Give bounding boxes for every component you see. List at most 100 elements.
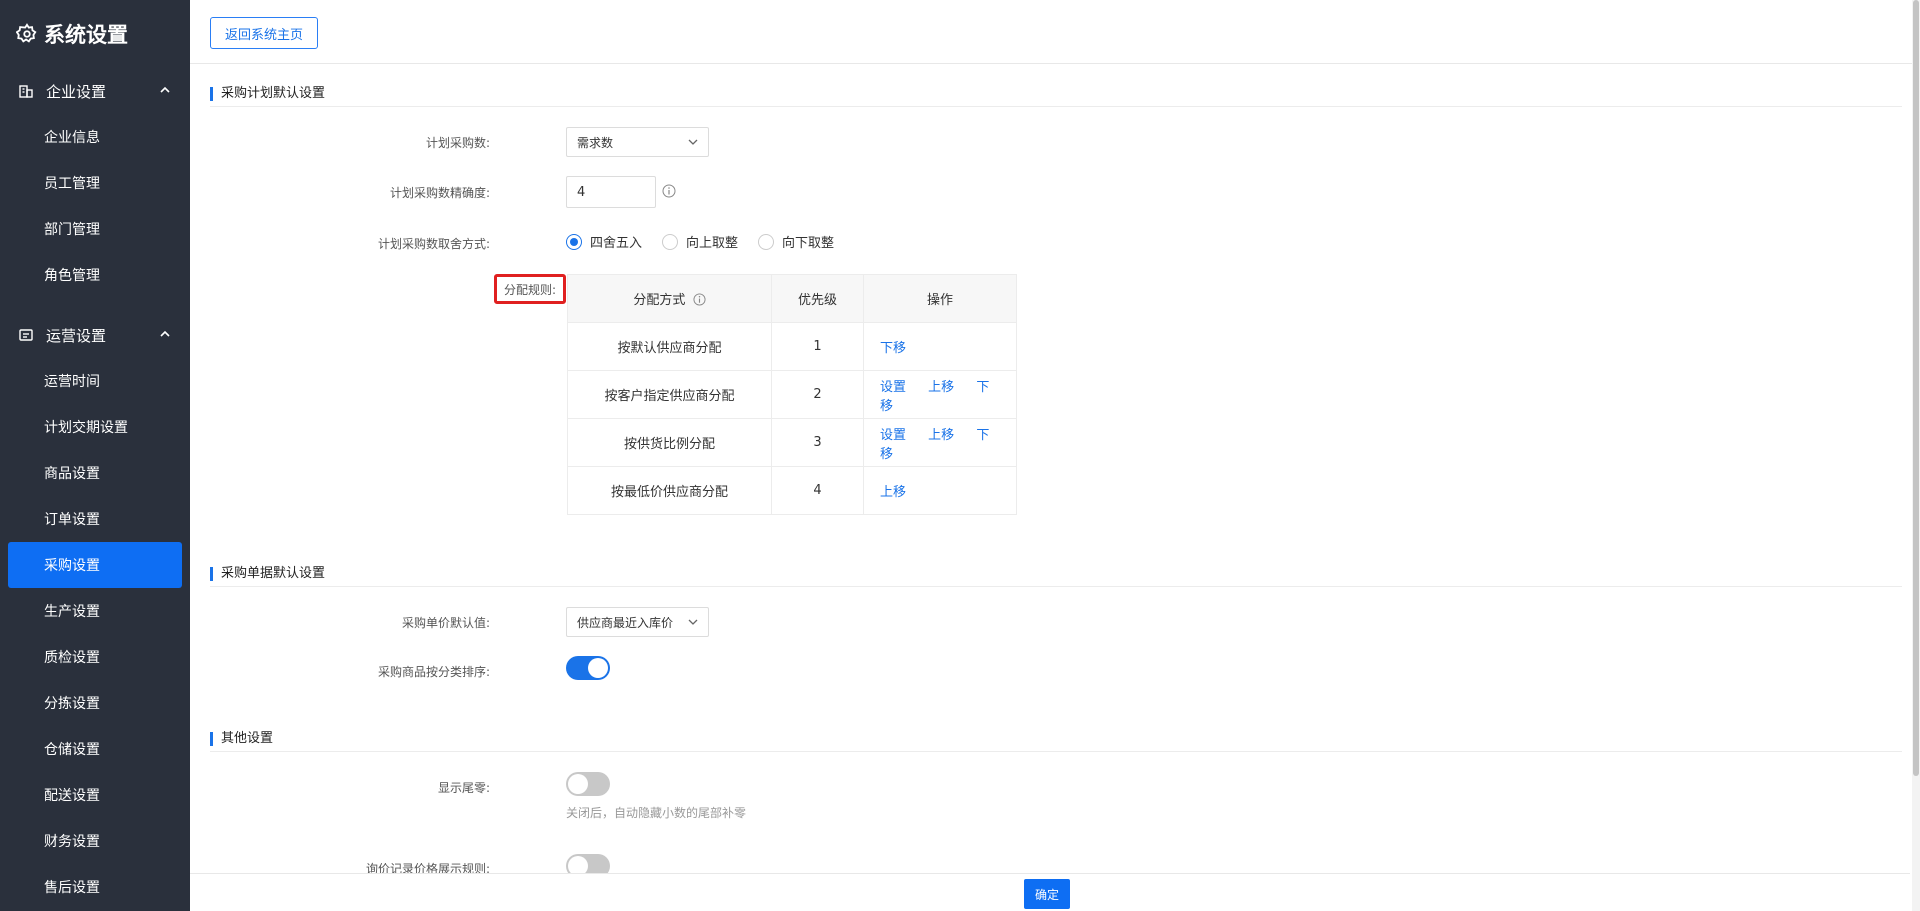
radio-label: 四舍五入 <box>590 236 643 251</box>
toggle-knob <box>588 658 608 678</box>
allocation-rules-label: 分配规则: <box>494 274 566 304</box>
gear-icon <box>16 23 37 43</box>
move-up-link[interactable]: 上移 <box>928 380 954 395</box>
scrollbar-thumb[interactable] <box>1913 0 1919 776</box>
toggle-knob <box>568 774 588 794</box>
sidebar-item-label: 配送设置 <box>44 788 100 804</box>
sidebar-item-company-info[interactable]: 企业信息 <box>8 114 182 160</box>
table-header: 优先级 <box>771 274 864 323</box>
sidebar-item-label: 角色管理 <box>44 268 100 284</box>
radio-circle <box>758 233 774 250</box>
rule-priority: 4 <box>771 466 864 515</box>
sidebar-item-delivery[interactable]: 配送设置 <box>8 772 182 818</box>
sidebar-item-label: 售后设置 <box>44 880 100 896</box>
sidebar-group-operations[interactable]: 运营设置 <box>0 312 190 358</box>
sidebar-item-label: 部门管理 <box>44 222 100 238</box>
unit-price-select[interactable]: 供应商最近入库价 <box>566 607 709 637</box>
rule-method: 按最低价供应商分配 <box>567 466 772 515</box>
move-down-link[interactable]: 下移 <box>880 341 906 356</box>
chevron-down-icon <box>688 139 698 145</box>
rule-method: 按默认供应商分配 <box>567 322 772 371</box>
move-up-link[interactable]: 上移 <box>928 428 954 443</box>
scrollbar[interactable] <box>1912 0 1920 911</box>
sidebar-item-label: 订单设置 <box>44 512 100 528</box>
sidebar-group-label: 运营设置 <box>46 326 107 345</box>
radio-circle <box>566 233 582 250</box>
rounding-option-floor[interactable]: 向下取整 <box>758 232 834 251</box>
show-trailing-zero-toggle[interactable] <box>566 772 610 796</box>
sidebar-item-purchasing[interactable]: 采购设置 <box>8 542 182 588</box>
sidebar-item-label: 员工管理 <box>44 176 100 192</box>
rule-method: 按供货比例分配 <box>567 418 772 467</box>
sidebar-item-label: 采购设置 <box>44 558 100 574</box>
rule-priority: 1 <box>771 322 864 371</box>
precision-value: 4 <box>577 184 586 200</box>
plan-qty-select[interactable]: 需求数 <box>566 127 709 157</box>
sidebar-item-roles[interactable]: 角色管理 <box>8 252 182 298</box>
sidebar-item-label: 质检设置 <box>44 650 100 666</box>
show-trailing-zero-label: 显示尾零: <box>437 781 490 795</box>
sidebar-item-orders[interactable]: 订单设置 <box>8 496 182 542</box>
section-divider <box>210 586 1902 587</box>
sidebar-item-staff[interactable]: 员工管理 <box>8 160 182 206</box>
sidebar-item-operating-hours[interactable]: 运营时间 <box>8 358 182 404</box>
rule-method: 按客户指定供应商分配 <box>567 370 772 419</box>
precision-label: 计划采购数精确度: <box>389 186 490 200</box>
sidebar-item-quality[interactable]: 质检设置 <box>8 634 182 680</box>
topbar: 返回系统主页 <box>190 0 1920 64</box>
sidebar-item-label: 分拣设置 <box>44 696 100 712</box>
building-icon <box>18 83 34 99</box>
sidebar-item-after-sales[interactable]: 售后设置 <box>8 864 182 910</box>
table-header: 分配方式 <box>567 274 772 323</box>
sidebar-item-label: 商品设置 <box>44 466 100 482</box>
plan-qty-value: 需求数 <box>577 135 614 150</box>
sort-by-category-label: 采购商品按分类排序: <box>377 665 490 679</box>
sidebar-item-finance[interactable]: 财务设置 <box>8 818 182 864</box>
radio-label: 向下取整 <box>782 236 835 251</box>
info-icon[interactable] <box>693 293 706 306</box>
chevron-up-icon <box>160 86 170 93</box>
sidebar-item-label: 企业信息 <box>44 130 100 146</box>
table-row: 按客户指定供应商分配 2 设置 上移 下移 <box>567 370 1017 419</box>
list-box-icon <box>18 327 34 343</box>
inquiry-price-rule-toggle[interactable] <box>566 854 610 873</box>
back-to-home-button[interactable]: 返回系统主页 <box>210 17 319 49</box>
sidebar-item-production[interactable]: 生产设置 <box>8 588 182 634</box>
rule-ops: 下移 <box>863 322 1017 371</box>
rounding-label: 计划采购数取舍方式: <box>377 237 490 251</box>
inquiry-price-rule-label: 询价记录价格展示规则: <box>365 862 490 873</box>
rule-ops: 设置 上移 下移 <box>863 370 1017 419</box>
sidebar-item-label: 仓储设置 <box>44 742 100 758</box>
sidebar-group-label: 企业设置 <box>46 82 107 101</box>
rounding-option-round[interactable]: 四舍五入 <box>566 232 642 251</box>
header-label: 分配方式 <box>633 293 686 308</box>
table-row: 按最低价供应商分配 4 上移 <box>567 466 1017 515</box>
toggle-knob <box>568 856 588 873</box>
sidebar: 系统设置 企业设置 企业信息 员工管理 部门管理 角色管理 运营设置 运营时间 … <box>0 0 190 911</box>
move-up-link[interactable]: 上移 <box>880 485 906 500</box>
table-row: 按默认供应商分配 1 下移 <box>567 322 1017 371</box>
precision-input[interactable]: 4 <box>566 176 656 208</box>
rule-priority: 2 <box>771 370 864 419</box>
rounding-option-ceil[interactable]: 向上取整 <box>662 232 738 251</box>
footer-bar: 确定 <box>190 873 1910 911</box>
allocation-rules-table: 分配方式 优先级 操作 按默认供应商分配 1 下移 按客户指定供应商分配 2 设… <box>567 274 1017 515</box>
info-icon[interactable] <box>662 184 676 198</box>
configure-link[interactable]: 设置 <box>880 380 906 395</box>
radio-label: 向上取整 <box>686 236 739 251</box>
sidebar-item-departments[interactable]: 部门管理 <box>8 206 182 252</box>
sort-by-category-toggle[interactable] <box>566 656 610 680</box>
sidebar-item-label: 计划交期设置 <box>44 420 128 436</box>
unit-price-label: 采购单价默认值: <box>401 616 490 630</box>
sidebar-item-delivery-schedule[interactable]: 计划交期设置 <box>8 404 182 450</box>
trailing-zero-hint: 关闭后，自动隐藏小数的尾部补零 <box>566 806 747 820</box>
sidebar-group-enterprise[interactable]: 企业设置 <box>0 68 190 114</box>
table-header: 操作 <box>863 274 1017 323</box>
sidebar-item-products[interactable]: 商品设置 <box>8 450 182 496</box>
sidebar-item-warehouse[interactable]: 仓储设置 <box>8 726 182 772</box>
sidebar-item-sorting[interactable]: 分拣设置 <box>8 680 182 726</box>
configure-link[interactable]: 设置 <box>880 428 906 443</box>
chevron-down-icon <box>688 619 698 625</box>
confirm-button[interactable]: 确定 <box>1024 879 1070 909</box>
chevron-up-icon <box>160 330 170 337</box>
